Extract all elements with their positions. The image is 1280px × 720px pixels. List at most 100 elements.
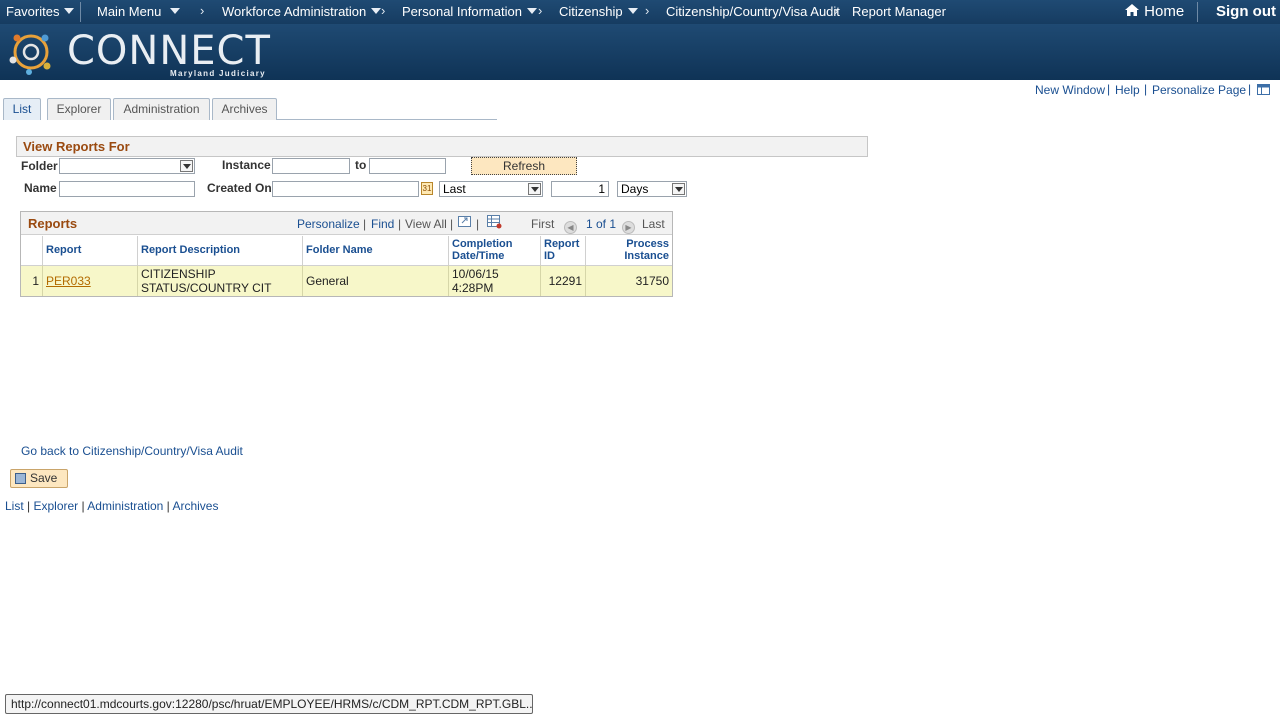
- bottom-link-administration[interactable]: Administration: [87, 499, 163, 513]
- favorites-label: Favorites: [6, 4, 60, 19]
- created-on-input[interactable]: [272, 181, 419, 197]
- folder-select[interactable]: [59, 158, 195, 174]
- sign-out-link[interactable]: Sign out: [1216, 3, 1276, 20]
- tab-list[interactable]: List: [3, 98, 41, 120]
- reports-grid: Reports Personalize | Find | View All | …: [20, 211, 673, 297]
- grid-header: Reports Personalize | Find | View All | …: [21, 212, 672, 235]
- table-row-report: PER033: [43, 265, 138, 296]
- col-header-report[interactable]: Report: [43, 236, 138, 265]
- tab-administration[interactable]: Administration: [113, 98, 210, 120]
- folder-label: Folder: [21, 159, 58, 173]
- zoom-icon[interactable]: [458, 216, 471, 227]
- breadcrumb-report-manager[interactable]: Report Manager: [852, 4, 946, 19]
- grid-last-label: Last: [642, 217, 665, 231]
- new-window-link[interactable]: New Window: [1035, 83, 1105, 97]
- crumb-label: Citizenship: [559, 4, 623, 19]
- grid-first-label: First: [531, 217, 555, 231]
- breadcrumb-workforce-admin[interactable]: Workforce Administration: [222, 4, 382, 19]
- link-divider: |: [1107, 82, 1111, 96]
- row-process-instance: 31750: [586, 265, 672, 296]
- row-description: CITIZENSHIP STATUS/COUNTRY CIT: [138, 265, 303, 296]
- col-header-num: [21, 236, 43, 265]
- link-divider: |: [450, 217, 454, 231]
- bottom-link-list[interactable]: List: [5, 499, 24, 513]
- breadcrumb-visa-audit[interactable]: Citizenship/Country/Visa Audit: [666, 4, 840, 19]
- save-icon: [15, 473, 26, 484]
- chevron-down-icon: [371, 8, 382, 14]
- view-reports-header: View Reports For: [16, 136, 868, 157]
- instance-to-input[interactable]: [369, 158, 446, 174]
- prev-icon: ◀: [564, 217, 577, 234]
- grid-range: 1 of 1: [586, 217, 617, 231]
- grid-personalize-link[interactable]: Personalize: [297, 217, 360, 231]
- go-back-link[interactable]: Go back to Citizenship/Country/Visa Audi…: [21, 444, 243, 458]
- name-label: Name: [24, 181, 57, 195]
- unit-select[interactable]: Days: [617, 181, 687, 197]
- divider: [1197, 2, 1198, 22]
- breadcrumb-citizenship[interactable]: Citizenship: [559, 4, 638, 19]
- grid-find-link[interactable]: Find: [371, 217, 394, 231]
- favorites-menu[interactable]: Favorites: [6, 4, 75, 19]
- home-link[interactable]: Home: [1124, 3, 1184, 20]
- chevron-down-icon: [64, 8, 75, 14]
- chevron-right-icon: ›: [645, 3, 650, 18]
- personalize-page-link[interactable]: Personalize Page: [1152, 83, 1246, 97]
- home-label: Home: [1144, 3, 1185, 20]
- download-excel-icon[interactable]: [487, 215, 502, 229]
- divider: [80, 2, 81, 22]
- row-number: 1: [21, 265, 43, 296]
- chevron-right-icon: ›: [834, 3, 839, 18]
- bottom-link-explorer[interactable]: Explorer: [33, 499, 78, 513]
- created-on-label: Created On: [207, 181, 272, 195]
- dropdown-arrow-icon: [528, 183, 541, 195]
- tab-explorer[interactable]: Explorer: [47, 98, 111, 120]
- link-divider: |: [1248, 82, 1252, 96]
- refresh-button[interactable]: Refresh: [471, 157, 577, 175]
- col-header-process-instance[interactable]: Process Instance: [586, 236, 672, 265]
- home-icon: [1125, 4, 1139, 16]
- page-layout-icon[interactable]: [1257, 84, 1270, 95]
- link-divider: |: [398, 217, 402, 231]
- main-menu[interactable]: Main Menu: [97, 4, 181, 19]
- count-input[interactable]: 1: [551, 181, 609, 197]
- row-completion: 10/06/15 4:28PM: [449, 265, 541, 296]
- row-report-id: 12291: [541, 265, 586, 296]
- chevron-right-icon: ›: [538, 3, 543, 18]
- col-header-folder[interactable]: Folder Name: [303, 236, 449, 265]
- connect-logo-icon: [9, 34, 51, 75]
- name-input[interactable]: [59, 181, 195, 197]
- to-label: to: [355, 158, 367, 172]
- dropdown-arrow-icon: [180, 160, 193, 172]
- last-select[interactable]: Last: [439, 181, 543, 197]
- grid-view-all-link[interactable]: View All: [405, 217, 447, 231]
- link-divider: |: [363, 217, 367, 231]
- col-header-description[interactable]: Report Description: [138, 236, 303, 265]
- col-header-completion[interactable]: Completion Date/Time: [449, 236, 541, 265]
- top-nav-bar: Favorites Main Menu › Workforce Administ…: [0, 0, 1280, 24]
- help-link[interactable]: Help: [1115, 83, 1140, 97]
- crumb-label: Personal Information: [402, 4, 522, 19]
- bottom-links: List | Explorer | Administration | Archi…: [5, 499, 219, 513]
- link-divider: |: [1144, 82, 1148, 96]
- grid-title: Reports: [28, 216, 78, 231]
- save-label: Save: [30, 471, 58, 485]
- chevron-down-icon: [170, 8, 181, 14]
- report-link[interactable]: PER033: [46, 274, 91, 288]
- col-header-report-id[interactable]: Report ID: [541, 236, 586, 265]
- dropdown-arrow-icon: [672, 183, 685, 195]
- tab-archives[interactable]: Archives: [212, 98, 277, 120]
- link-divider: |: [476, 217, 480, 231]
- breadcrumb-personal-info[interactable]: Personal Information: [402, 4, 537, 19]
- instance-from-input[interactable]: [272, 158, 350, 174]
- last-value: Last: [443, 182, 466, 196]
- next-icon: ▶: [622, 217, 635, 234]
- header-banner: CONNECT Maryland Judiciary: [0, 24, 1280, 80]
- chevron-down-icon: [526, 8, 537, 14]
- logo-text: CONNECT: [67, 28, 271, 74]
- bottom-link-archives[interactable]: Archives: [172, 499, 218, 513]
- calendar-icon[interactable]: 31: [421, 182, 433, 195]
- tab-underline: [277, 119, 497, 120]
- save-button[interactable]: Save: [10, 469, 68, 488]
- chevron-right-icon: ›: [381, 3, 386, 18]
- instance-label: Instance: [222, 158, 271, 172]
